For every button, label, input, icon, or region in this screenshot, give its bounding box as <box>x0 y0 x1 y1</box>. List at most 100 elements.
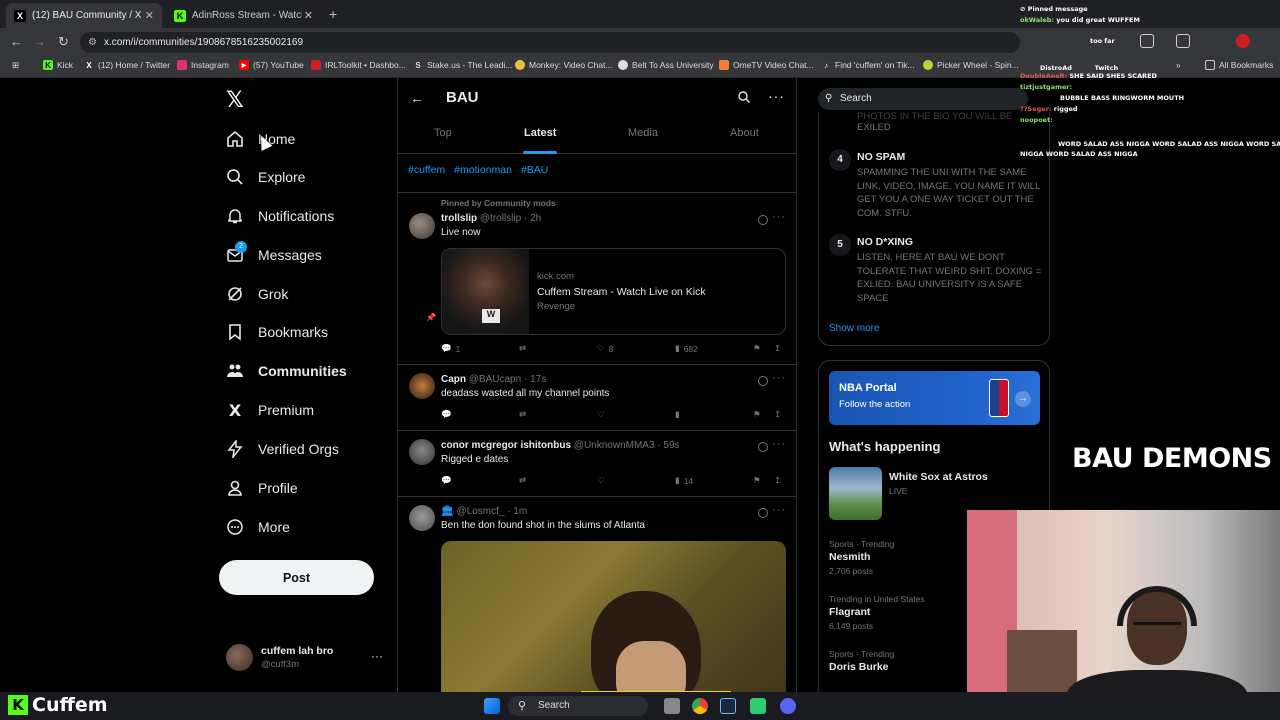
site-info-icon[interactable]: ⚙ <box>88 32 97 53</box>
windows-start-icon[interactable] <box>484 698 500 714</box>
grok-icon[interactable] <box>758 376 768 386</box>
more-icon[interactable]: ··· <box>768 88 785 104</box>
more-icon[interactable]: ··· <box>772 504 786 516</box>
app-icon[interactable] <box>750 698 766 714</box>
avatar[interactable] <box>409 505 435 531</box>
back-icon[interactable]: ← <box>10 34 23 49</box>
tab-top[interactable]: Top <box>434 127 452 139</box>
trend-name[interactable]: Flagrant <box>829 606 870 618</box>
bookmark-instagram[interactable]: Instagram <box>177 60 229 70</box>
reply-button[interactable]: 💬 1 <box>441 343 460 354</box>
grok-icon[interactable] <box>758 215 768 225</box>
share-button[interactable]: ↥ <box>774 475 781 486</box>
forward-icon[interactable]: → <box>33 34 46 49</box>
account-switcher[interactable]: cuffem lah bro @cuff3m ··· <box>226 642 386 678</box>
tab-media[interactable]: Media <box>628 127 658 139</box>
live-event-title[interactable]: White Sox at Astros <box>889 471 988 483</box>
card-title: Cuffem Stream - Watch Live on Kick <box>537 286 706 298</box>
tweet[interactable]: Capn @BAUcapn · 17s ··· deadass wasted a… <box>398 365 796 431</box>
views-button[interactable]: ▮ <box>675 409 680 420</box>
nav-verified-orgs[interactable]: Verified Orgs <box>226 436 339 462</box>
bookmark-stake[interactable]: S Stake.us - The Leadi... <box>413 60 512 70</box>
repost-button[interactable]: ⇄ <box>519 409 526 420</box>
hashtag-link[interactable]: #BAU <box>521 164 548 176</box>
hashtag-link[interactable]: #cuffem <box>408 164 445 176</box>
reply-button[interactable]: 💬 <box>441 409 452 420</box>
like-button[interactable]: ♡ <box>597 475 605 486</box>
nav-premium[interactable]: X Premium <box>226 397 314 423</box>
bookmark-button[interactable]: ⚑ <box>753 343 761 354</box>
steam-icon[interactable] <box>720 698 736 714</box>
like-button[interactable]: ♡ <box>597 409 605 420</box>
tab-latest[interactable]: Latest <box>524 127 556 139</box>
views-button[interactable]: ▮ 682 <box>675 343 698 354</box>
bookmark-monkey[interactable]: Monkey: Video Chat... <box>515 60 612 70</box>
nba-portal-banner[interactable]: NBA Portal Follow the action → <box>829 371 1040 425</box>
more-icon[interactable]: ··· <box>371 649 383 663</box>
bookmark-irltoolkit[interactable]: IRLToolkit • Dashbo... <box>311 60 406 70</box>
search-input[interactable]: ⚲ Search <box>818 88 1028 110</box>
bookmark-twitter[interactable]: X (12) Home / Twitter <box>84 60 170 70</box>
tweet[interactable]: 🏛 @Losmcf_ · 1m ··· Ben the don found sh… <box>398 497 796 720</box>
repost-button[interactable]: ⇄ <box>519 475 526 486</box>
task-view-icon[interactable] <box>664 698 680 714</box>
discord-icon[interactable] <box>780 698 796 714</box>
close-tab-icon[interactable]: ✕ <box>304 9 313 22</box>
nav-explore[interactable]: Explore <box>226 164 305 190</box>
trend-name[interactable]: Doris Burke <box>829 661 889 673</box>
bookmark-tiktok[interactable]: ♪ Find 'cuffem' on Tik... <box>821 60 915 70</box>
bookmark-ometv[interactable]: OmeTV Video Chat... <box>719 60 814 70</box>
repost-button[interactable]: ⇄ <box>519 343 526 354</box>
new-tab-icon[interactable]: + <box>329 6 337 22</box>
reload-icon[interactable]: ↻ <box>58 34 69 50</box>
browser-tab-bau-community[interactable]: X (12) BAU Community / X ✕ <box>6 3 162 28</box>
bookmark-button[interactable]: ⚑ <box>753 409 761 420</box>
nav-bookmarks[interactable]: Bookmarks <box>226 319 328 345</box>
tweet-author-name[interactable]: conor mcgregor ishitonbus <box>441 440 571 451</box>
nav-profile[interactable]: Profile <box>226 475 298 501</box>
nav-messages[interactable]: 2 Messages <box>226 241 322 268</box>
back-arrow-icon[interactable]: ← <box>410 90 424 106</box>
bookmark-youtube[interactable]: ▶ (57) YouTube <box>239 60 304 70</box>
reply-button[interactable]: 💬 <box>441 475 452 486</box>
share-button[interactable]: ↥ <box>774 343 781 354</box>
share-button[interactable]: ↥ <box>774 409 781 420</box>
avatar[interactable] <box>409 373 435 399</box>
like-button[interactable]: ♡ 8 <box>597 343 613 354</box>
grok-icon[interactable] <box>758 508 768 518</box>
tweet-author-name[interactable]: Capn <box>441 374 466 385</box>
bookmark-kick[interactable]: K Kick <box>43 60 73 70</box>
taskbar-search[interactable]: ⚲ Search <box>508 696 648 716</box>
show-more-link[interactable]: Show more <box>829 323 880 334</box>
bookmark-button[interactable]: ⚑ <box>753 475 761 486</box>
apps-grid-icon[interactable]: ⊞ <box>12 60 19 71</box>
post-button[interactable]: Post <box>219 560 374 595</box>
bookmark-belt-to-ass[interactable]: Belt To Ass University <box>618 60 714 70</box>
tweet[interactable]: conor mcgregor ishitonbus @UnknownMMA3 ·… <box>398 431 796 497</box>
avatar[interactable] <box>409 439 435 465</box>
avatar[interactable] <box>409 213 435 239</box>
more-icon[interactable]: ··· <box>772 438 786 450</box>
chrome-icon[interactable] <box>692 698 708 714</box>
x-logo-icon[interactable]: 𝕏 <box>226 88 244 113</box>
live-event-thumbnail[interactable] <box>829 467 882 520</box>
tweet-pinned[interactable]: 📌 Pinned by Community mods trollslip @tr… <box>398 193 796 365</box>
trend-name[interactable]: Nesmith <box>829 551 870 563</box>
search-icon[interactable] <box>738 90 750 108</box>
views-button[interactable]: ▮ 14 <box>675 475 693 486</box>
hashtag-link[interactable]: #motionman <box>454 164 512 176</box>
grok-icon[interactable] <box>758 442 768 452</box>
more-icon[interactable]: ··· <box>772 211 786 223</box>
nav-grok[interactable]: Grok <box>226 281 288 307</box>
tweet-author-name[interactable]: trollslip <box>441 213 477 224</box>
tab-about[interactable]: About <box>730 127 759 139</box>
browser-tab-stream[interactable]: K AdinRoss Stream - Watch Live o ✕ <box>166 3 321 28</box>
close-tab-icon[interactable]: ✕ <box>145 9 154 22</box>
link-card[interactable]: W kick.com Cuffem Stream - Watch Live on… <box>441 248 786 335</box>
address-bar[interactable]: ⚙ x.com/i/communities/190867851623500216… <box>80 32 1020 53</box>
more-icon[interactable]: ··· <box>772 372 786 384</box>
nav-notifications[interactable]: Notifications <box>226 203 334 229</box>
bookmark-picker-wheel[interactable]: Picker Wheel - Spin... <box>923 60 1019 70</box>
nav-communities[interactable]: Communities <box>226 358 347 384</box>
nav-more[interactable]: More <box>226 514 290 540</box>
